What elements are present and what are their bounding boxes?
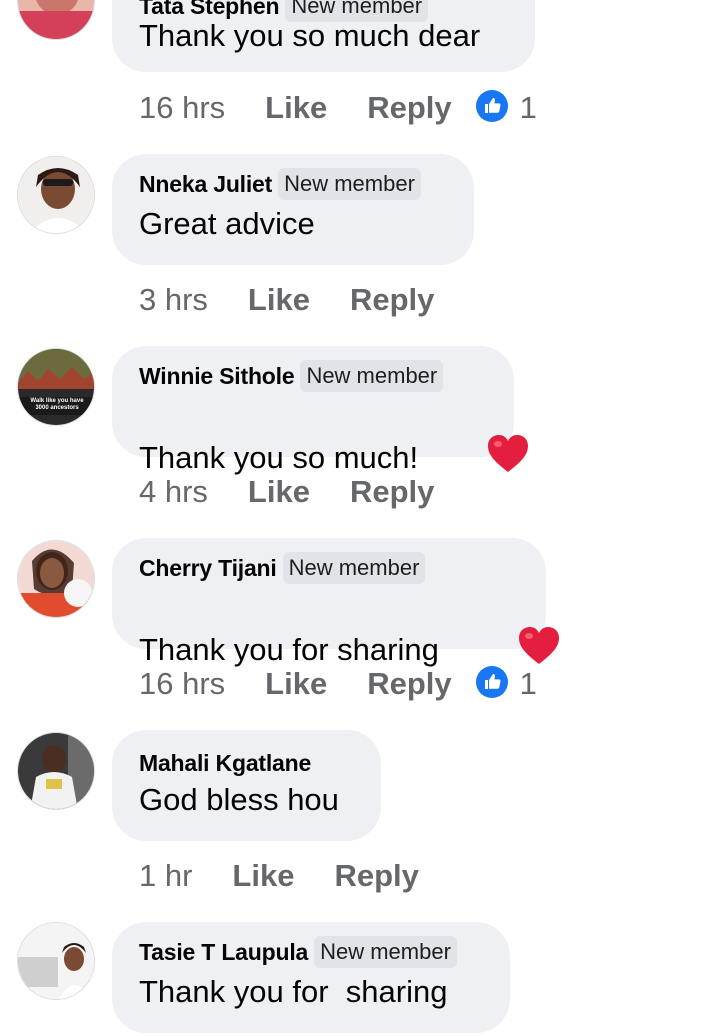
reply-button[interactable]: Reply — [350, 282, 434, 318]
like-button[interactable]: Like — [265, 90, 327, 126]
comment-text: Great advice — [139, 206, 315, 241]
avatar[interactable]: Walk like you have 3000 ancestors — [17, 348, 95, 426]
member-badge: New member — [314, 936, 457, 968]
red-heart-icon — [418, 398, 529, 518]
avatar[interactable] — [17, 540, 95, 618]
comment-text: Thank you so much dear — [139, 18, 481, 53]
comment-bubble: Cherry Tijani New member Thank you for s… — [112, 538, 560, 667]
comment-bubble: Tasie T Laupula New member Thank you for… — [112, 922, 510, 1033]
comment-actions: 3 hrs Like Reply — [139, 280, 434, 320]
timestamp[interactable]: 16 hrs — [139, 666, 225, 702]
comment-text: God bless hou — [139, 782, 339, 817]
reaction-summary[interactable]: 1 — [475, 89, 537, 127]
member-badge: New member — [300, 360, 444, 392]
comment-bubble: Mahali Kgatlane God bless hou — [112, 730, 381, 841]
comment-bubble: Nneka Juliet New member Great advice — [112, 154, 474, 265]
comment-actions: 16 hrs Like Reply 1 — [139, 664, 537, 704]
thumbs-up-icon — [475, 89, 508, 127]
reaction-summary[interactable]: 1 — [475, 665, 537, 703]
commenter-name[interactable]: Mahali Kgatlane — [139, 750, 311, 777]
timestamp[interactable]: 1 hr — [139, 858, 192, 894]
comment-text: Thank you for sharing — [139, 974, 448, 1009]
commenter-name[interactable]: Nneka Juliet — [139, 171, 272, 198]
avatar-caption: Walk like you have 3000 ancestors — [30, 398, 84, 411]
thumbs-up-icon — [475, 665, 508, 703]
like-button[interactable]: Like — [248, 282, 310, 318]
comment-text-content: Thank you so much! — [139, 440, 419, 475]
commenter-name[interactable]: Winnie Sithole — [139, 363, 295, 390]
like-button[interactable]: Like — [248, 474, 310, 510]
avatar[interactable] — [17, 922, 95, 1000]
timestamp[interactable]: 4 hrs — [139, 474, 208, 510]
comment-actions: 1 hr Like Reply — [139, 856, 419, 896]
comment-actions: 4 hrs Like Reply — [139, 472, 434, 512]
like-button[interactable]: Like — [232, 858, 294, 894]
timestamp[interactable]: 3 hrs — [139, 282, 208, 318]
like-button[interactable]: Like — [265, 666, 327, 702]
avatar[interactable] — [17, 0, 95, 40]
reply-button[interactable]: Reply — [367, 90, 451, 126]
avatar[interactable] — [17, 732, 95, 810]
timestamp[interactable]: 16 hrs — [139, 90, 225, 126]
comment-bubble: Winnie Sithole New member Thank you so m… — [112, 346, 529, 475]
comment-text-content: Thank you for sharing — [139, 632, 448, 667]
reply-button[interactable]: Reply — [350, 474, 434, 510]
commenter-name[interactable]: Tata Stephen — [139, 0, 280, 20]
comment-actions: 16 hrs Like Reply 1 — [139, 88, 537, 128]
comment-bubble: Tata Stephen New member Thank you so muc… — [112, 0, 535, 72]
reply-button[interactable]: Reply — [367, 666, 451, 702]
member-badge: New member — [282, 552, 426, 584]
member-badge: New member — [278, 168, 421, 200]
reaction-count: 1 — [519, 666, 537, 701]
avatar[interactable] — [17, 156, 95, 234]
commenter-name[interactable]: Cherry Tijani — [139, 555, 277, 582]
reply-button[interactable]: Reply — [334, 858, 418, 894]
commenter-name[interactable]: Tasie T Laupula — [139, 939, 308, 966]
reaction-count: 1 — [519, 90, 537, 125]
